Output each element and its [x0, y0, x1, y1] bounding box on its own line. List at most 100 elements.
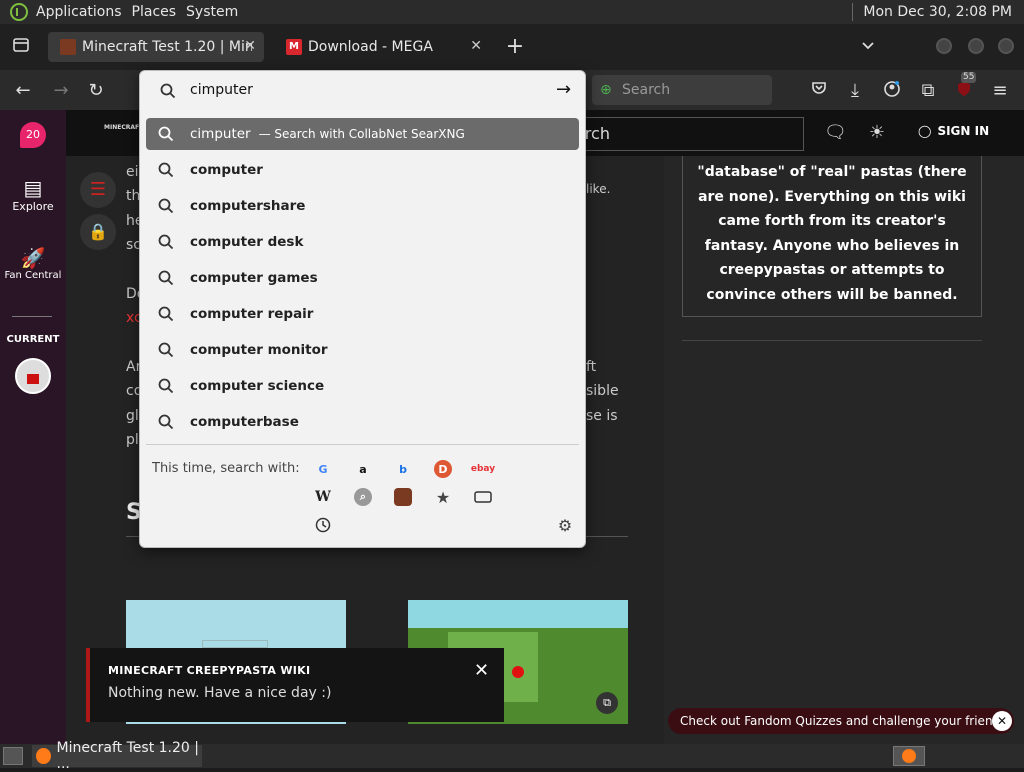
back-icon[interactable]: ← — [12, 80, 34, 102]
sign-in-button[interactable]: ◯ SIGN IN — [918, 124, 989, 138]
close-tab-icon[interactable]: ✕ — [244, 38, 256, 54]
pocket-icon[interactable] — [808, 80, 830, 102]
maximize-button[interactable] — [968, 38, 984, 54]
close-notification-icon[interactable]: ✕ — [474, 660, 489, 681]
theme-toggle-icon[interactable]: ☀ — [866, 122, 888, 144]
forward-icon[interactable]: → — [50, 80, 72, 102]
menu-system[interactable]: System — [186, 4, 248, 20]
fandom-sidebar: 20 ▤ Explore 🚀 Fan Central CURRENT — [0, 110, 66, 744]
lock-icon[interactable]: 🔒 — [80, 214, 116, 250]
suggestion-text: computer repair — [190, 306, 314, 322]
fan-central-nav[interactable]: 🚀 Fan Central — [0, 246, 66, 281]
collabnet-engine-icon[interactable] — [394, 488, 412, 506]
search-icon — [158, 414, 174, 430]
article-text-fragment: like. — [586, 182, 611, 196]
amazon-icon[interactable]: a — [354, 460, 372, 478]
new-tab-icon[interactable]: + — [504, 36, 526, 58]
suggestion-row[interactable]: computer repair — [146, 298, 579, 330]
account-icon[interactable] — [881, 80, 903, 102]
firefox-icon — [36, 748, 51, 764]
reload-icon[interactable]: ↻ — [85, 80, 107, 102]
clock[interactable]: Mon Dec 30, 2:08 PM — [852, 0, 1024, 24]
menu-applications[interactable]: Applications — [36, 4, 132, 20]
tab-mega-download[interactable]: M Download - MEGA ✕ — [274, 32, 490, 62]
dropdown-divider — [146, 444, 579, 445]
wikipedia-icon[interactable]: W — [314, 488, 332, 506]
fan-central-label: Fan Central — [4, 270, 62, 281]
suggestion-row[interactable]: computershare — [146, 190, 579, 222]
tabs-icon[interactable] — [474, 488, 492, 506]
close-banner-icon[interactable]: ✕ — [992, 711, 1012, 731]
hamburger-menu-icon[interactable]: ≡ — [989, 80, 1011, 102]
suggestion-text: cimputer — [190, 126, 251, 142]
ebay-icon[interactable]: ebay — [471, 460, 495, 478]
search-icon — [158, 342, 174, 358]
search-icon — [158, 306, 174, 322]
bookmarks-star-icon[interactable]: ★ — [434, 488, 452, 507]
urlbar-dropdown: cimputer → cimputer — Search with Collab… — [139, 70, 586, 548]
downloads-icon[interactable]: ⤓ — [844, 80, 866, 102]
right-rail: "database" of "real" pastas (there are n… — [664, 156, 1024, 744]
suggestion-row[interactable]: computer desk — [146, 226, 579, 258]
suggestion-row[interactable]: computer games — [146, 262, 579, 294]
wiki-avatar[interactable] — [15, 358, 51, 394]
search-icon — [158, 270, 174, 286]
list-tabs-chevron-icon[interactable] — [857, 36, 879, 58]
extensions-icon[interactable]: ⧉ — [917, 80, 939, 102]
url-input[interactable]: cimputer → — [140, 71, 585, 111]
search-settings-gear-icon[interactable]: ⚙ — [556, 516, 574, 535]
bing-icon[interactable]: b — [394, 460, 412, 478]
fandom-quiz-banner[interactable]: Check out Fandom Quizzes and challenge y… — [668, 708, 1014, 734]
suggestion-text: computer games — [190, 270, 318, 286]
minimize-button[interactable] — [936, 38, 952, 54]
suggestion-text: computer monitor — [190, 342, 328, 358]
clock-text: Mon Dec 30, 2:08 PM — [863, 4, 1012, 20]
search-placeholder: Search — [622, 82, 671, 98]
discussions-icon[interactable]: 🗨 — [824, 122, 847, 144]
search-icon — [158, 162, 174, 178]
suggestion-row[interactable]: computer monitor — [146, 334, 579, 366]
google-icon[interactable]: G — [314, 460, 332, 478]
fandom-search-input[interactable]: arch — [566, 117, 804, 151]
suggestion-row[interactable]: computerbase — [146, 406, 579, 438]
close-tab-icon[interactable]: ✕ — [470, 38, 482, 54]
search-bar[interactable]: ⊕ Search — [592, 75, 772, 105]
taskbar-window-firefox[interactable]: Minecraft Test 1.20 | ... — [32, 740, 202, 772]
suggestion-row-searxng[interactable]: cimputer — Search with CollabNet SearXNG — [146, 118, 579, 150]
gallery-expand-icon[interactable]: ⧉ — [596, 692, 618, 714]
go-arrow-icon[interactable]: → — [556, 79, 571, 100]
explore-icon: ▤ — [23, 176, 43, 200]
sidebar-divider — [12, 316, 52, 317]
suggestion-hint: — Search with CollabNet SearXNG — [258, 127, 465, 141]
toc-icon[interactable]: ☰ — [80, 172, 116, 208]
workspace-switcher[interactable] — [893, 746, 925, 766]
wiki-logo[interactable]: MINECRAFT — [104, 124, 144, 144]
search-icon — [158, 198, 174, 214]
minecraft-favicon-icon — [60, 39, 76, 55]
ublock-icon[interactable]: 55 — [953, 72, 977, 102]
panel-separator — [852, 3, 854, 21]
searxng-engine-icon[interactable]: ⌕ — [354, 488, 372, 506]
mega-favicon-icon: M — [286, 39, 302, 55]
close-window-button[interactable] — [998, 38, 1014, 54]
distro-logo-icon[interactable] — [10, 3, 28, 21]
explore-label: Explore — [12, 200, 54, 213]
search-icon — [160, 83, 176, 99]
suggestion-row[interactable]: computer science — [146, 370, 579, 402]
tab-label: Download - MEGA — [308, 39, 433, 55]
tab-minecraft-test[interactable]: Minecraft Test 1.20 | Minecr ✕ — [48, 32, 264, 62]
article-text-fragment: gl — [126, 408, 139, 424]
suggestion-row[interactable]: computer — [146, 154, 579, 186]
menu-places[interactable]: Places — [132, 4, 187, 20]
fandom-logo-badge[interactable]: 20 — [20, 122, 46, 148]
search-icon — [158, 126, 174, 142]
current-label: CURRENT — [6, 334, 60, 345]
history-clock-icon[interactable] — [314, 516, 332, 534]
explore-nav[interactable]: ▤ Explore — [0, 176, 66, 213]
duckduckgo-icon[interactable]: D — [434, 460, 452, 478]
quiz-banner-text: Check out Fandom Quizzes and challenge y… — [680, 714, 1012, 728]
tab-overview-icon[interactable] — [10, 36, 32, 58]
wiki-avatar-mark — [27, 374, 39, 384]
show-desktop-icon[interactable] — [3, 747, 23, 765]
article-text-fragment: ei — [126, 164, 139, 180]
